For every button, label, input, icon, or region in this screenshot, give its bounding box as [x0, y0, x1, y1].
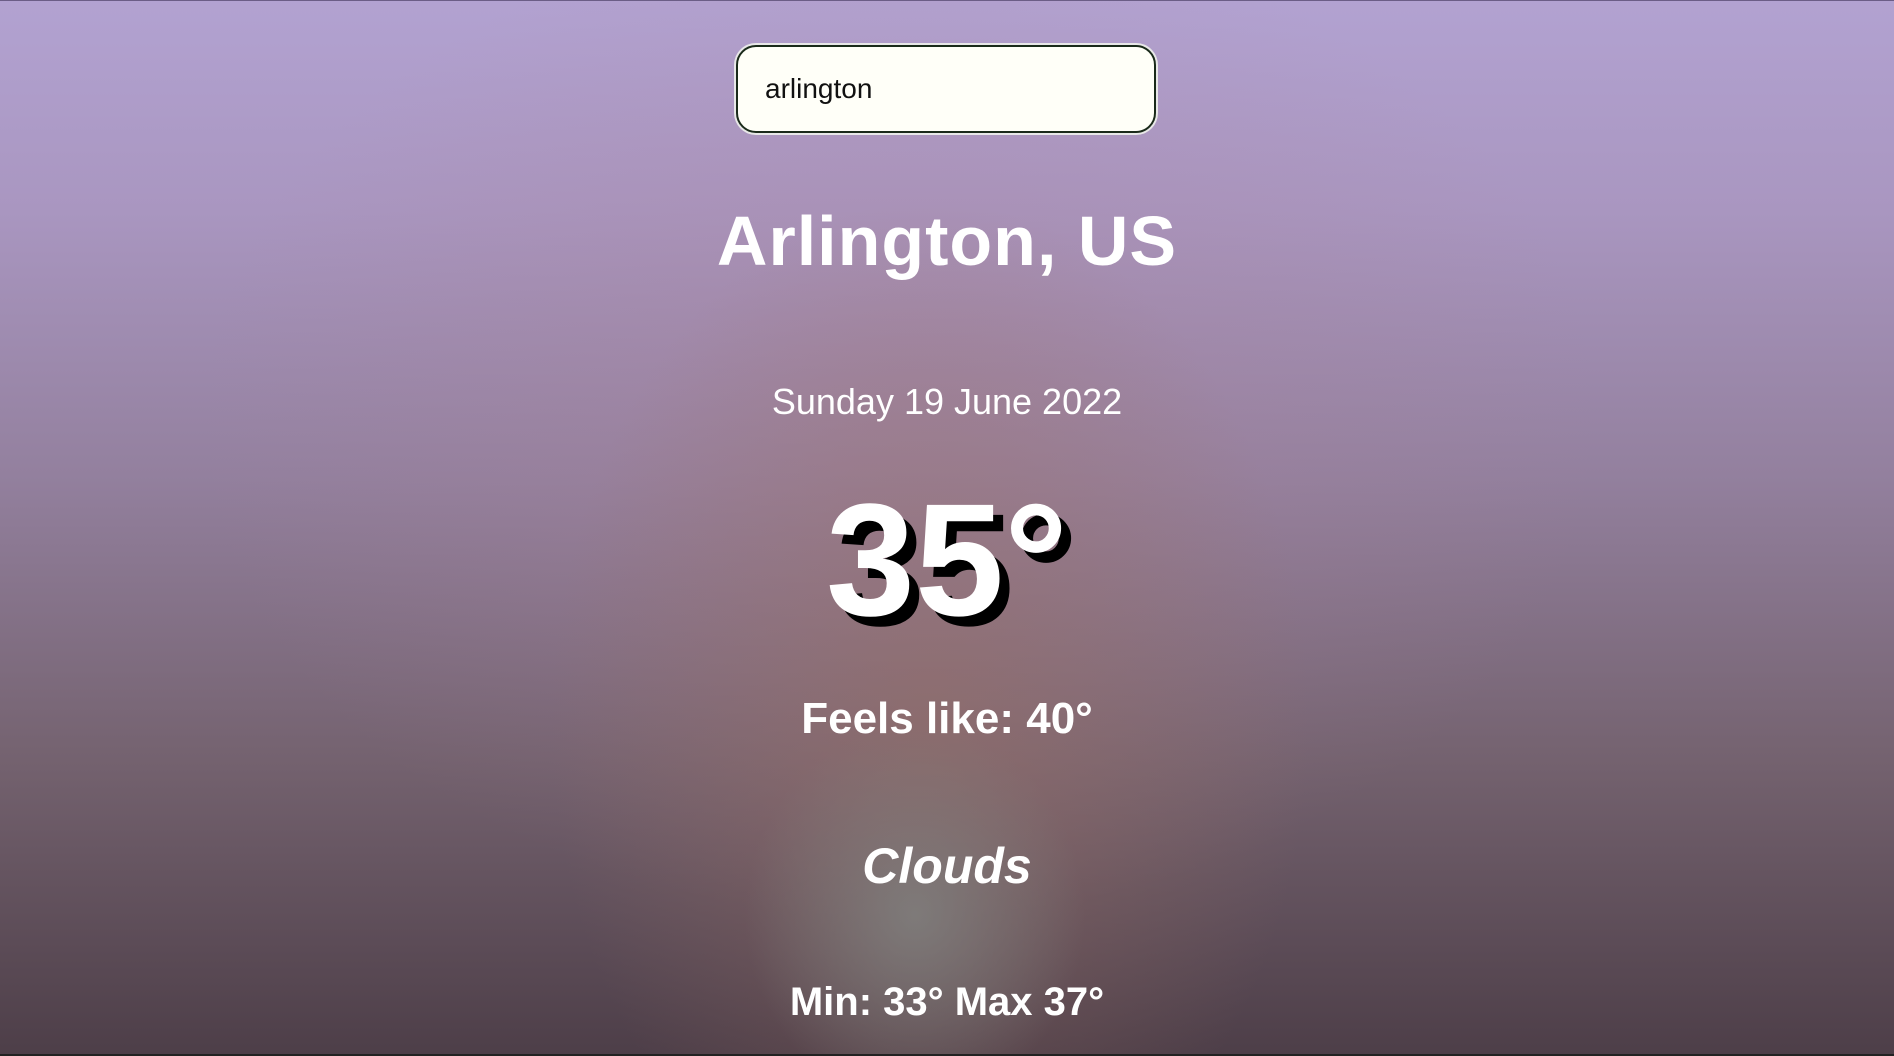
top-divider	[0, 0, 1894, 1]
city-search-input[interactable]	[736, 45, 1156, 133]
date-text: Sunday 19 June 2022	[771, 381, 1123, 422]
weather-description: Clouds	[862, 838, 1032, 894]
location-title: Arlington, US	[716, 202, 1178, 280]
feels-like-text: Feels like: 40°	[801, 694, 1093, 743]
temperature-value: 35°	[826, 470, 1068, 649]
min-max-temperature: Min: 33° Max 37°	[789, 980, 1105, 1024]
